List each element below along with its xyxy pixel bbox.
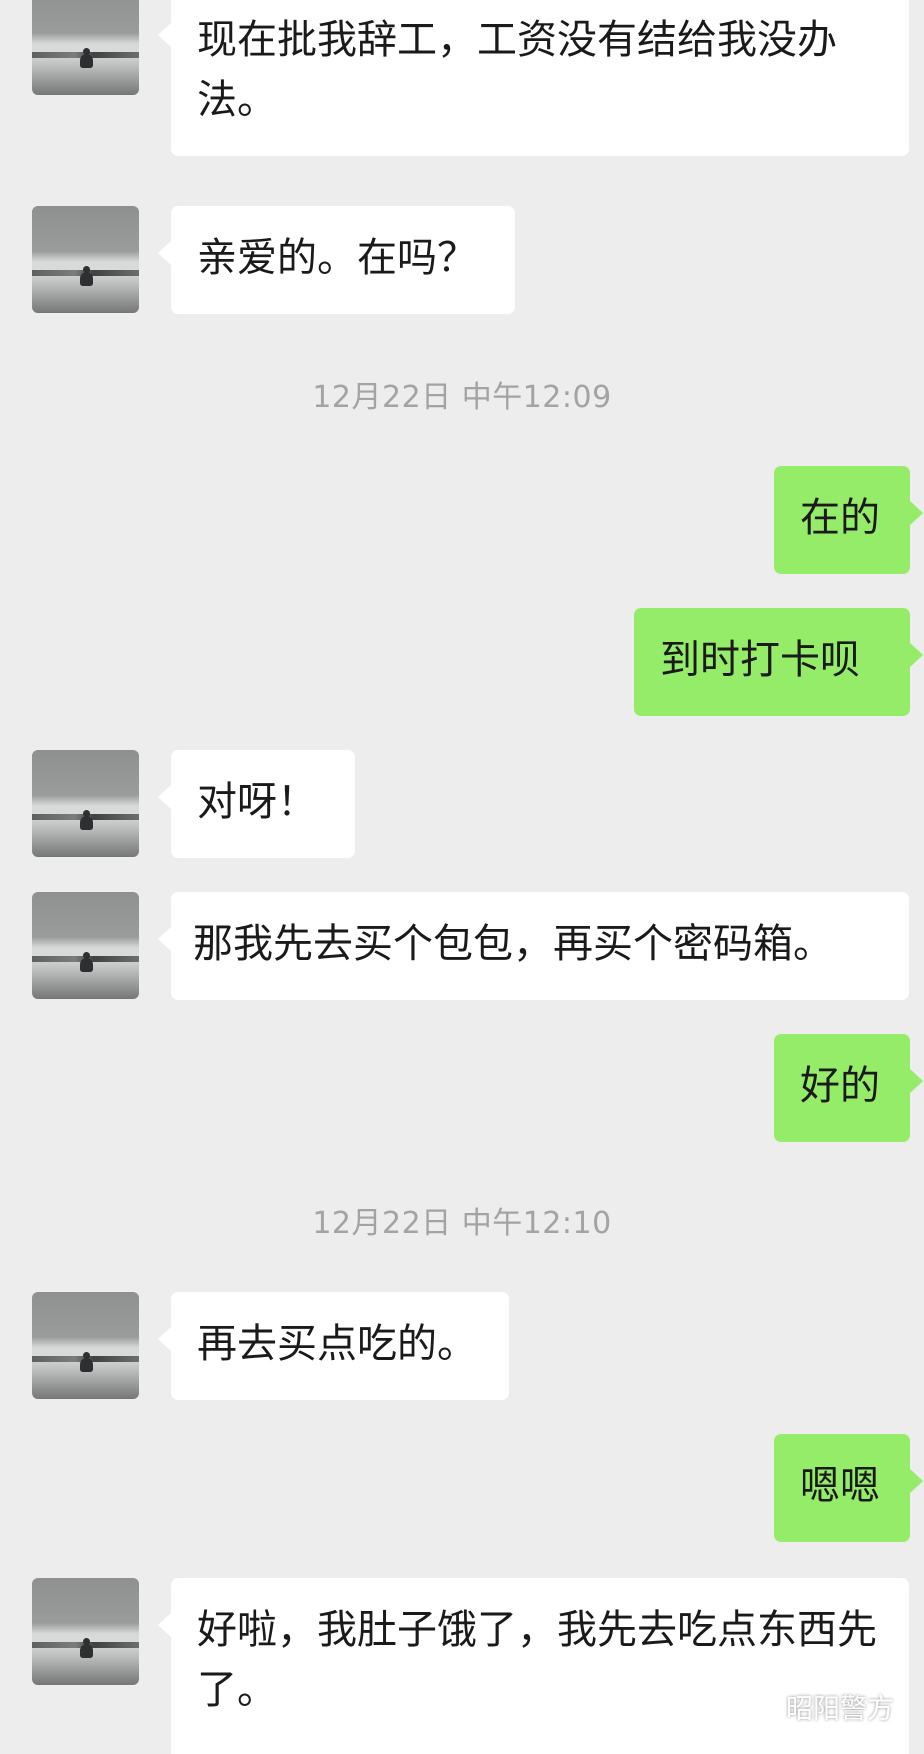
avatar-person xyxy=(80,952,93,972)
incoming-message-bubble[interactable]: 再去买点吃的。 xyxy=(158,1292,509,1400)
avatar-person xyxy=(80,48,93,68)
contact-avatar[interactable] xyxy=(32,0,139,95)
incoming-message-bubble[interactable]: 现在批我辞工，工资没有结给我没办法。 xyxy=(158,0,909,156)
contact-avatar[interactable] xyxy=(32,1292,139,1399)
chat-message-list[interactable]: 现在批我辞工，工资没有结给我没办法。 亲爱的。在吗？ 12月22日 中午12:0… xyxy=(0,0,924,1754)
avatar-person xyxy=(80,266,93,286)
avatar-person xyxy=(80,1352,93,1372)
incoming-message-bubble[interactable]: 那我先去买个包包，再买个密码箱。 xyxy=(158,892,909,1000)
message-text: 好的 xyxy=(800,1063,880,1109)
incoming-message-bubble[interactable]: 好啦，我肚子饿了，我先去吃点东西先了。 xyxy=(158,1578,909,1754)
outgoing-message-bubble[interactable]: 到时打卡呗 xyxy=(634,608,923,716)
outgoing-message-bubble[interactable]: 好的 xyxy=(774,1034,923,1142)
incoming-message-bubble[interactable]: 对呀！ xyxy=(158,750,355,858)
source-watermark: 昭阳警方 xyxy=(739,1687,894,1726)
avatar-person xyxy=(80,1638,93,1658)
contact-avatar[interactable] xyxy=(32,206,139,313)
contact-avatar[interactable] xyxy=(32,750,139,857)
message-text: 在的 xyxy=(800,495,880,541)
watermark-text: 昭阳警方 xyxy=(786,1694,894,1725)
message-timestamp: 12月22日 中午12:10 xyxy=(312,1206,612,1241)
wechat-official-account-icon xyxy=(739,1692,776,1722)
message-text: 现在批我辞工，工资没有结给我没办法。 xyxy=(197,17,837,123)
message-text: 亲爱的。在吗？ xyxy=(197,235,477,281)
incoming-message-bubble[interactable]: 亲爱的。在吗？ xyxy=(158,206,515,314)
message-text: 再去买点吃的。 xyxy=(197,1321,477,1367)
contact-avatar[interactable] xyxy=(32,892,139,999)
message-timestamp: 12月22日 中午12:09 xyxy=(312,380,612,415)
outgoing-message-bubble[interactable]: 嗯嗯 xyxy=(774,1434,923,1542)
message-text: 那我先去买个包包，再买个密码箱。 xyxy=(193,921,833,967)
avatar-person xyxy=(80,810,93,830)
message-text: 对呀！ xyxy=(197,779,317,825)
message-text: 到时打卡呗 xyxy=(660,637,860,683)
contact-avatar[interactable] xyxy=(32,1578,139,1685)
message-text: 嗯嗯 xyxy=(800,1463,880,1509)
outgoing-message-bubble[interactable]: 在的 xyxy=(774,466,923,574)
